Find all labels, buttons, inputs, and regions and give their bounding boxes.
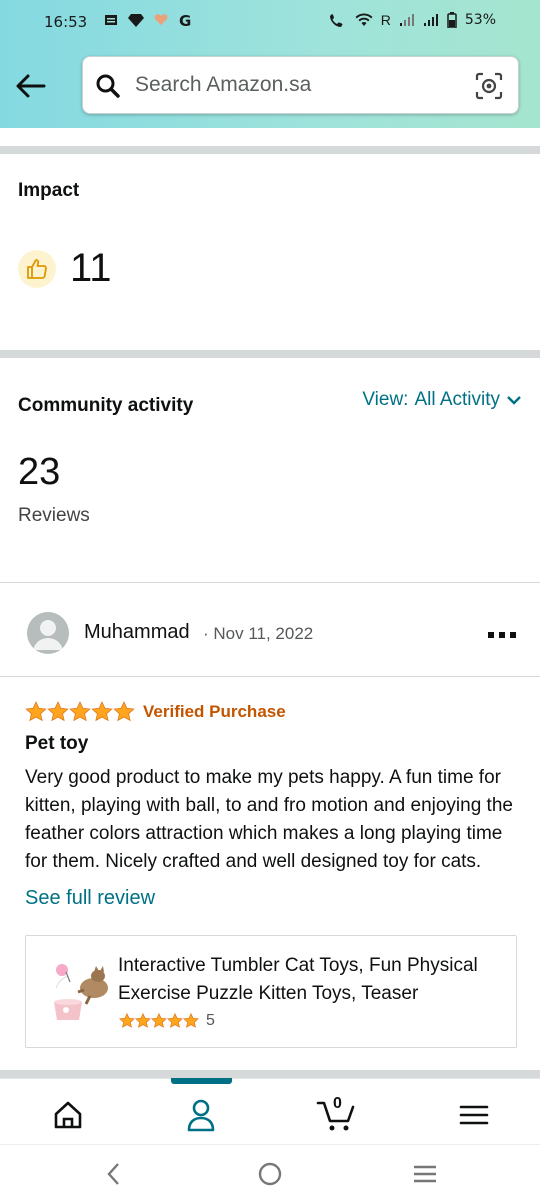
dot-icon bbox=[499, 632, 505, 638]
verified-purchase-badge: Verified Purchase bbox=[143, 702, 286, 721]
dot-icon bbox=[510, 632, 516, 638]
five-star-rating-icon bbox=[119, 1013, 199, 1028]
impact-heading: Impact bbox=[18, 180, 80, 201]
signal-icon bbox=[399, 14, 414, 26]
five-star-rating-icon bbox=[25, 701, 135, 722]
search-placeholder: Search Amazon.sa bbox=[135, 73, 312, 96]
app-header: Search Amazon.sa bbox=[0, 46, 540, 128]
product-title[interactable]: Interactive Tumbler Cat Toys, Fun Physic… bbox=[118, 952, 503, 1008]
system-back-icon[interactable] bbox=[104, 1161, 124, 1187]
cart-button[interactable]: 0 bbox=[316, 1095, 360, 1133]
message-icon bbox=[105, 15, 117, 25]
review-body: Very good product to make my pets happy.… bbox=[25, 767, 513, 872]
product-card[interactable]: Interactive Tumbler Cat Toys, Fun Physic… bbox=[25, 935, 517, 1048]
battery-icon bbox=[447, 12, 457, 28]
system-navigation-bar bbox=[0, 1144, 540, 1202]
dot-icon bbox=[488, 632, 494, 638]
review-title: Pet toy bbox=[25, 733, 89, 754]
user-avatar-icon bbox=[33, 620, 63, 650]
review-rating: Verified Purchase bbox=[25, 701, 286, 723]
chevron-down-icon bbox=[507, 396, 521, 405]
avatar[interactable] bbox=[27, 612, 69, 654]
status-bar: 16:53 G R 53% bbox=[0, 0, 540, 46]
thumbs-up-icon bbox=[27, 259, 47, 279]
helpful-votes-count: 11 bbox=[70, 246, 112, 290]
back-arrow-icon[interactable] bbox=[14, 71, 48, 101]
status-time: 16:53 bbox=[44, 13, 88, 31]
svg-text:G: G bbox=[179, 12, 191, 28]
search-input[interactable]: Search Amazon.sa bbox=[82, 56, 519, 114]
section-divider bbox=[0, 1070, 540, 1078]
section-divider bbox=[0, 146, 540, 154]
reviews-label: Reviews bbox=[18, 505, 90, 526]
community-activity-heading: Community activity bbox=[18, 395, 194, 416]
view-filter-dropdown[interactable]: View: All Activity bbox=[362, 389, 522, 411]
wifi-icon bbox=[355, 13, 373, 26]
bottom-navigation: 0 bbox=[0, 1078, 540, 1144]
product-rating-count: 5 bbox=[206, 1012, 215, 1029]
battery-percentage: 53% bbox=[464, 12, 496, 28]
signal-icon-2 bbox=[423, 14, 438, 26]
divider bbox=[0, 582, 540, 583]
review-date: · Nov 11, 2022 bbox=[203, 624, 314, 643]
status-system-icons: R 53% bbox=[329, 12, 496, 28]
camera-search-icon[interactable] bbox=[474, 71, 504, 101]
active-tab-indicator bbox=[171, 1078, 232, 1084]
helpful-badge bbox=[18, 250, 56, 288]
reviewer-name[interactable]: Muhammad bbox=[84, 621, 190, 644]
network-label: R bbox=[380, 12, 391, 28]
home-icon[interactable] bbox=[48, 1097, 88, 1133]
divider bbox=[0, 676, 540, 677]
hamburger-menu-icon[interactable] bbox=[454, 1097, 494, 1133]
product-image bbox=[54, 964, 108, 1020]
call-icon bbox=[329, 14, 343, 27]
product-rating: 5 bbox=[118, 1012, 215, 1030]
cart-count: 0 bbox=[333, 1095, 342, 1112]
view-filter-value: All Activity bbox=[414, 389, 500, 410]
reviews-count: 23 bbox=[18, 451, 61, 493]
see-full-review-link[interactable]: See full review bbox=[25, 887, 155, 910]
heart-icon bbox=[154, 14, 168, 25]
status-notification-icons: G bbox=[104, 12, 194, 28]
google-icon: G bbox=[179, 12, 191, 28]
system-recents-icon[interactable] bbox=[412, 1161, 438, 1187]
view-filter-prefix: View: bbox=[362, 389, 409, 410]
system-home-icon[interactable] bbox=[257, 1161, 283, 1187]
diamond-icon bbox=[128, 14, 144, 27]
search-icon bbox=[96, 74, 120, 98]
more-options-button[interactable] bbox=[488, 632, 516, 638]
section-divider bbox=[0, 350, 540, 358]
account-icon[interactable] bbox=[181, 1097, 221, 1133]
